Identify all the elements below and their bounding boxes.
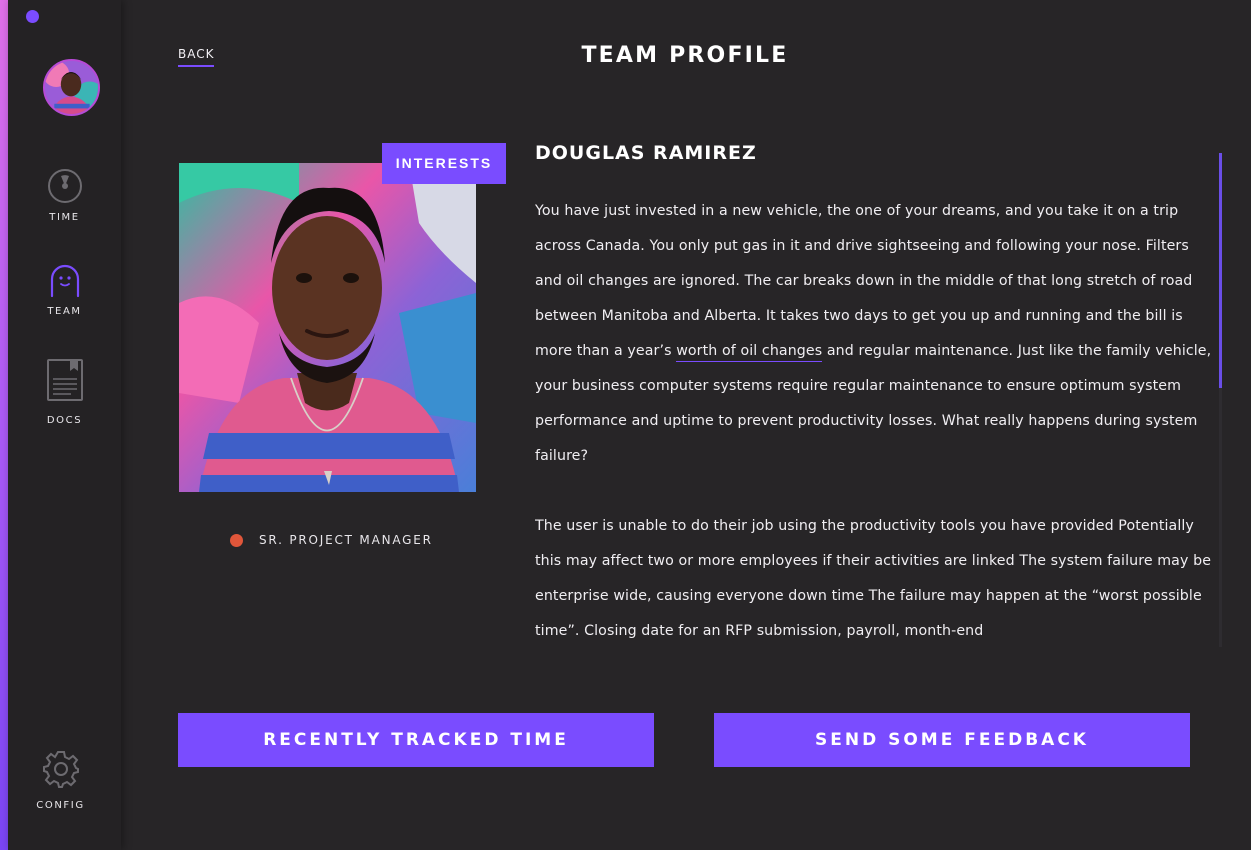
team-face-icon (50, 264, 79, 298)
page-title: TEAM PROFILE (581, 43, 789, 68)
back-link[interactable]: BACK (178, 47, 215, 67)
bio-text: You have just invested in a new vehicle,… (535, 194, 1215, 654)
role-badge: SR. PROJECT MANAGER (230, 531, 433, 549)
sidebar-item-config[interactable]: CONFIG (4, 750, 117, 811)
bio-paragraph: The user is unable to do their job using… (535, 518, 1212, 639)
window-indicator-dot (26, 10, 39, 23)
sidebar-item-label: CONFIG (36, 800, 85, 811)
sidebar-item-time[interactable]: TIME (8, 168, 121, 223)
recently-tracked-time-button[interactable]: RECENTLY TRACKED TIME (178, 713, 654, 767)
oil-changes-link[interactable]: worth of oil changes (676, 343, 823, 362)
sidebar-accent-bar (0, 0, 8, 850)
member-name: DOUGLAS RAMIREZ (535, 142, 757, 164)
bio-text-segment: You have just invested in a new vehicle,… (535, 203, 1193, 359)
avatar-portrait-image (45, 61, 98, 114)
sidebar-item-team[interactable]: TEAM (8, 262, 121, 317)
role-text: SR. PROJECT MANAGER (259, 533, 433, 547)
avatar[interactable] (43, 59, 100, 116)
sidebar-item-label: TIME (49, 212, 80, 223)
stopwatch-icon (47, 169, 82, 203)
sidebar-item-label: DOCS (46, 415, 83, 426)
interests-button[interactable]: INTERESTS (382, 143, 506, 184)
send-feedback-button[interactable]: SEND SOME FEEDBACK (714, 713, 1190, 767)
document-icon (46, 359, 83, 401)
status-dot-icon (230, 533, 243, 547)
bio-scrollbar[interactable] (1219, 153, 1222, 647)
bio-text-segment: and regular maintenance. Just like the f… (535, 343, 1212, 464)
bio-paragraph: You have just invested in a new vehicle,… (535, 194, 1215, 474)
scrollbar-thumb[interactable] (1219, 153, 1222, 388)
gear-icon (42, 751, 79, 788)
sidebar-item-label: TEAM (47, 306, 82, 317)
profile-photo (179, 163, 476, 492)
sidebar-item-docs[interactable]: DOCS (8, 359, 121, 426)
